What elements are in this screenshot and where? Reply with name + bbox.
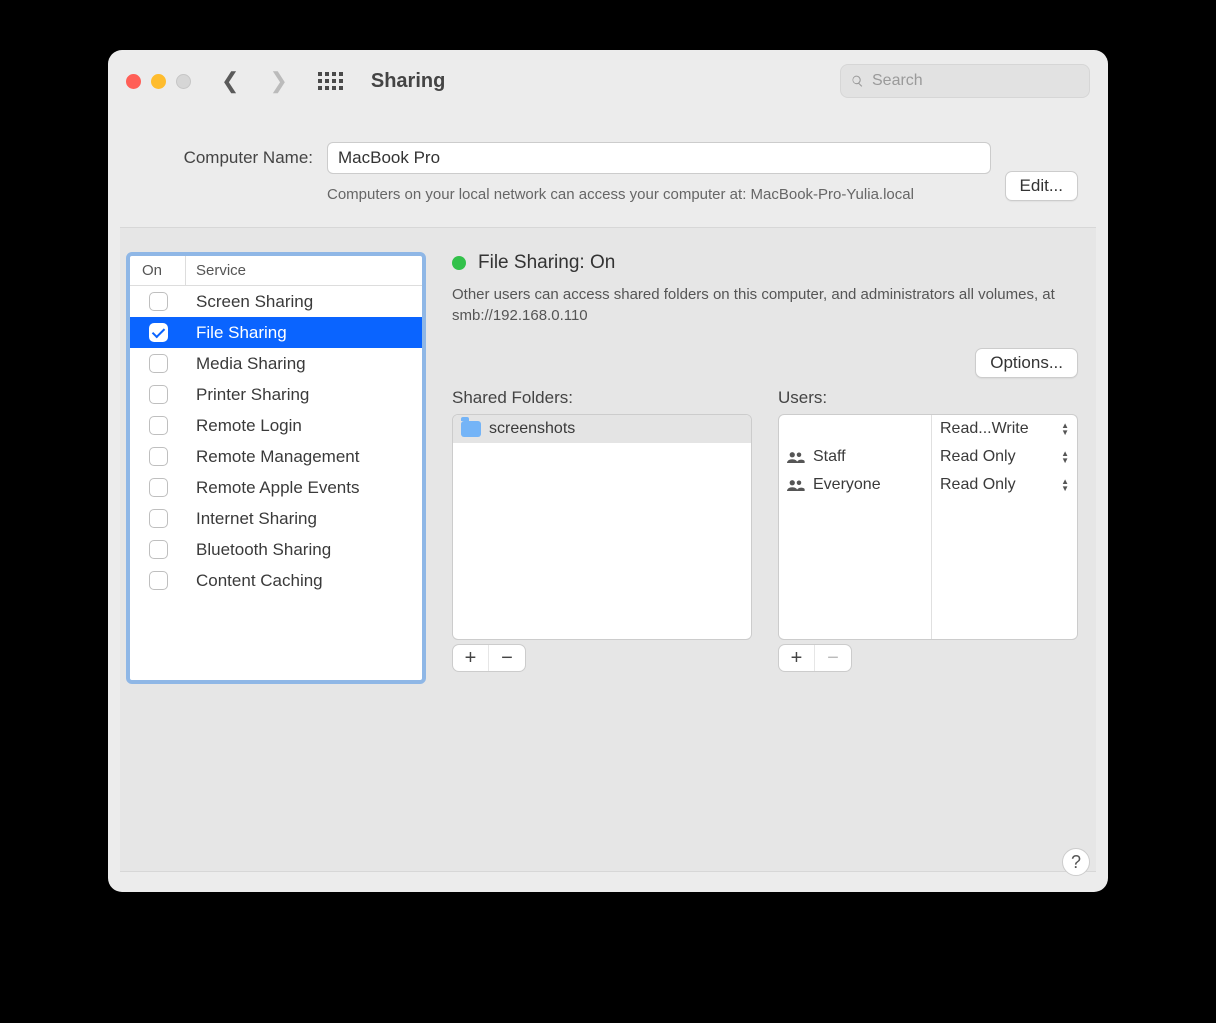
- users-title: Users:: [778, 388, 1078, 408]
- column-header-service: Service: [186, 262, 246, 279]
- computer-name-field[interactable]: [327, 142, 991, 174]
- edit-hostname-button[interactable]: Edit...: [1005, 171, 1078, 201]
- permission-selector[interactable]: Read...Write ▲▼: [932, 415, 1077, 443]
- service-checkbox[interactable]: [149, 385, 168, 404]
- folders-add-remove: + −: [452, 644, 526, 672]
- search-input[interactable]: [872, 72, 1079, 90]
- service-checkbox[interactable]: [149, 354, 168, 373]
- service-name: Printer Sharing: [186, 385, 309, 405]
- close-window-button[interactable]: [126, 74, 141, 89]
- service-name: Remote Apple Events: [186, 478, 359, 498]
- toolbar: ❮ ❯ Sharing: [108, 50, 1108, 112]
- services-area: On Service Screen Sharing File Sharing Med…: [120, 227, 1096, 872]
- service-row[interactable]: Internet Sharing: [130, 503, 422, 534]
- permission-label: Read Only: [940, 476, 1016, 494]
- service-name: Media Sharing: [186, 354, 306, 374]
- service-checkbox[interactable]: [149, 323, 168, 342]
- services-header: On Service: [130, 256, 422, 286]
- service-detail: File Sharing: On Other users can access …: [452, 252, 1078, 672]
- service-row[interactable]: Content Caching: [130, 565, 422, 596]
- zoom-window-button[interactable]: [176, 74, 191, 89]
- chevron-up-down-icon: ▲▼: [1061, 450, 1069, 464]
- users-group-icon: [787, 478, 805, 492]
- service-row[interactable]: Remote Login: [130, 410, 422, 441]
- computer-name-hint: Computers on your local network can acce…: [327, 184, 991, 205]
- service-row[interactable]: Remote Management: [130, 441, 422, 472]
- service-row[interactable]: Media Sharing: [130, 348, 422, 379]
- chevron-up-down-icon: ▲▼: [1061, 422, 1069, 436]
- add-folder-button[interactable]: +: [453, 645, 489, 671]
- service-name: Remote Management: [186, 447, 359, 467]
- service-checkbox[interactable]: [149, 478, 168, 497]
- chevron-up-down-icon: ▲▼: [1061, 478, 1069, 492]
- users-column: Users: StaffEveryone Read...Write▲▼Read …: [778, 388, 1078, 672]
- folder-icon: [461, 421, 481, 437]
- service-name: Internet Sharing: [186, 509, 317, 529]
- shared-folder-row[interactable]: screenshots: [453, 415, 751, 443]
- status-indicator-icon: [452, 256, 466, 270]
- service-name: Screen Sharing: [186, 292, 313, 312]
- service-name: Remote Login: [186, 416, 302, 436]
- column-header-on: On: [130, 256, 186, 285]
- window-controls: [126, 74, 191, 89]
- users-group-icon: [787, 450, 805, 464]
- service-checkbox[interactable]: [149, 540, 168, 559]
- folder-name: screenshots: [489, 420, 575, 438]
- search-field[interactable]: [840, 64, 1090, 98]
- service-checkbox[interactable]: [149, 416, 168, 435]
- back-button[interactable]: ❮: [221, 68, 239, 94]
- shared-folders-column: Shared Folders: screenshots + −: [452, 388, 752, 672]
- add-user-button[interactable]: +: [779, 645, 815, 671]
- remove-folder-button[interactable]: −: [489, 645, 525, 671]
- computer-name-section: Computer Name: Computers on your local n…: [108, 112, 1108, 227]
- service-checkbox[interactable]: [149, 509, 168, 528]
- services-list[interactable]: On Service Screen Sharing File Sharing Med…: [126, 252, 426, 684]
- service-description: Other users can access shared folders on…: [452, 284, 1078, 326]
- shared-folders-list[interactable]: screenshots: [452, 414, 752, 640]
- permission-selector[interactable]: Read Only ▲▼: [932, 471, 1077, 499]
- service-row[interactable]: Remote Apple Events: [130, 472, 422, 503]
- service-name: Content Caching: [186, 571, 323, 591]
- forward-button: ❯: [269, 68, 287, 94]
- show-all-button[interactable]: [318, 72, 343, 90]
- shared-folders-title: Shared Folders:: [452, 388, 752, 408]
- service-row[interactable]: Printer Sharing: [130, 379, 422, 410]
- service-checkbox[interactable]: [149, 447, 168, 466]
- permission-selector[interactable]: Read Only ▲▼: [932, 443, 1077, 471]
- service-checkbox[interactable]: [149, 571, 168, 590]
- service-row[interactable]: File Sharing: [130, 317, 422, 348]
- user-row[interactable]: [779, 415, 931, 443]
- service-row[interactable]: Bluetooth Sharing: [130, 534, 422, 565]
- help-button[interactable]: ?: [1062, 848, 1090, 876]
- remove-user-button: −: [815, 645, 851, 671]
- permission-label: Read Only: [940, 448, 1016, 466]
- page-title: Sharing: [371, 70, 445, 93]
- computer-name-label: Computer Name:: [138, 142, 313, 168]
- service-name: File Sharing: [186, 323, 287, 343]
- user-row[interactable]: Everyone: [779, 471, 931, 499]
- user-name: Everyone: [813, 476, 881, 494]
- search-icon: [851, 72, 864, 90]
- service-row[interactable]: Screen Sharing: [130, 286, 422, 317]
- nav-arrows: ❮ ❯: [221, 68, 288, 94]
- options-button[interactable]: Options...: [975, 348, 1078, 378]
- service-checkbox[interactable]: [149, 292, 168, 311]
- minimize-window-button[interactable]: [151, 74, 166, 89]
- user-name: Staff: [813, 448, 846, 466]
- service-status: File Sharing: On: [452, 252, 1078, 274]
- permission-label: Read...Write: [940, 420, 1029, 438]
- users-list[interactable]: StaffEveryone Read...Write▲▼Read Only▲▼R…: [778, 414, 1078, 640]
- preferences-window: ❮ ❯ Sharing Computer Name: Computers on …: [108, 50, 1108, 892]
- user-row[interactable]: Staff: [779, 443, 931, 471]
- service-name: Bluetooth Sharing: [186, 540, 331, 560]
- users-add-remove: + −: [778, 644, 852, 672]
- status-label: File Sharing: On: [478, 252, 615, 274]
